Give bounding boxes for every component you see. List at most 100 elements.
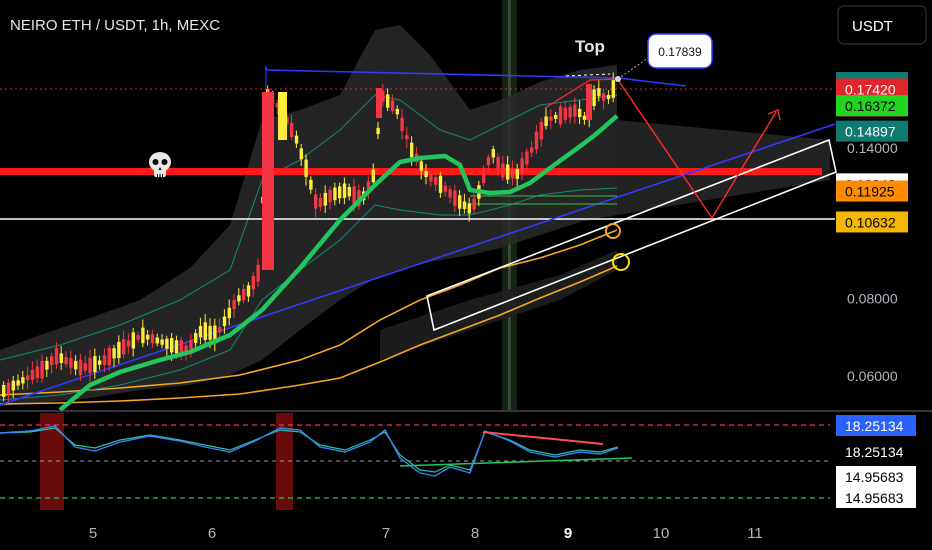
- candle-body: [304, 159, 308, 177]
- candle-body: [74, 360, 78, 370]
- price-tick-label: 0.14000: [847, 140, 898, 156]
- candle-body: [6, 382, 11, 394]
- candle-body: [496, 156, 500, 169]
- symbol-title: NEIRO ETH / USDT, 1h, MEXC: [10, 17, 220, 34]
- candle-body: [554, 114, 558, 120]
- candle-body: [525, 151, 529, 165]
- candle-body: [150, 334, 155, 344]
- candle-body: [189, 339, 193, 350]
- candle-body: [45, 360, 49, 370]
- price-badge: 0.16372: [836, 95, 908, 117]
- price-callout-value: 0.17839: [658, 45, 702, 59]
- candle-body: [318, 197, 323, 207]
- price-tick-label: 0.06000: [847, 368, 898, 384]
- candle-body: [558, 106, 563, 125]
- candle-body: [611, 80, 615, 98]
- candle-body: [506, 164, 510, 180]
- candle-body: [131, 332, 135, 349]
- candle-body: [424, 170, 428, 178]
- candle-body: [486, 157, 491, 166]
- candle-body: [126, 340, 131, 347]
- candle-body: [165, 338, 169, 349]
- price-badge-label: 0.16372: [845, 98, 896, 114]
- candle-body-large: [278, 92, 287, 140]
- candle-body: [467, 203, 471, 214]
- candle-body: [251, 276, 255, 290]
- candle-body: [434, 177, 438, 185]
- candle-body: [136, 335, 140, 340]
- indicator-badge: 18.25134: [836, 441, 916, 462]
- candle-body: [102, 355, 107, 365]
- candle-body: [482, 172, 486, 184]
- chart-background: [0, 0, 932, 550]
- indicator-badge: 14.95683: [836, 487, 916, 508]
- candle-body: [515, 169, 519, 179]
- candle-body: [54, 347, 59, 365]
- candle-body: [64, 356, 68, 365]
- candle-body: [530, 147, 534, 153]
- candle-body: [472, 198, 476, 210]
- candle-body: [582, 115, 587, 120]
- candle-body: [405, 135, 409, 140]
- candle-body: [534, 131, 539, 150]
- candle-body: [146, 334, 150, 340]
- candle-body: [328, 189, 332, 203]
- time-tick-label: 7: [382, 525, 390, 542]
- candle-body: [376, 127, 380, 135]
- candle-body: [237, 295, 241, 302]
- currency-button-label: USDT: [852, 18, 893, 35]
- candle-body: [448, 189, 452, 198]
- indicator-badge-label: 14.95683: [845, 490, 904, 506]
- indicator-badge-label: 14.95683: [845, 469, 904, 485]
- candle-body: [501, 163, 505, 178]
- candle-body: [30, 369, 35, 381]
- candle-body: [438, 175, 443, 193]
- candle-body: [520, 158, 524, 174]
- candle-body: [93, 356, 97, 373]
- candle-body: [323, 192, 327, 206]
- indicator-badge: 14.95683: [836, 466, 916, 487]
- candle-body: [386, 94, 390, 108]
- time-tick-label: 9: [564, 525, 572, 542]
- candle-body: [602, 93, 606, 101]
- candle-body: [69, 357, 73, 368]
- indicator-badge-label: 18.25134: [845, 418, 904, 434]
- candle-body: [573, 104, 577, 117]
- candle-body: [222, 316, 227, 327]
- time-tick-label: 11: [747, 525, 763, 542]
- candle-body-large: [376, 88, 382, 118]
- candle-body: [309, 179, 313, 190]
- candle-body: [21, 377, 25, 384]
- candle-body: [578, 108, 582, 118]
- indicator-axis[interactable]: 18.25134 18.25134 14.95683 14.95683: [836, 415, 916, 508]
- candle-body: [453, 190, 457, 206]
- currency-button[interactable]: USDT: [837, 5, 927, 45]
- candle-body: [78, 359, 83, 376]
- candle-body: [194, 333, 198, 343]
- candle-body: [246, 285, 251, 297]
- price-badge-label: 0.11925: [845, 184, 895, 200]
- candle-body: [347, 187, 351, 197]
- candle-body: [227, 307, 231, 319]
- candle-body: [342, 183, 347, 198]
- candle-body: [50, 356, 54, 366]
- time-tick-label: 8: [471, 525, 479, 542]
- price-badge: 0.10632: [836, 211, 908, 233]
- candle-body: [88, 358, 92, 373]
- candle-body: [299, 148, 303, 160]
- candle-body: [544, 116, 548, 126]
- price-badge-label: 0.10632: [845, 214, 896, 230]
- candle-body: [294, 135, 299, 144]
- price-chart[interactable]: Top 0.17839 NEIRO ETH / USDT, 1h, MEXC U…: [0, 0, 932, 550]
- candle-body: [83, 363, 87, 371]
- candle-body: [203, 322, 207, 340]
- candle-body: [597, 88, 601, 97]
- candle-body: [395, 108, 399, 115]
- candle-body: [98, 360, 102, 365]
- candle-body: [410, 142, 414, 158]
- candle-body: [2, 384, 6, 397]
- candle-body: [539, 122, 543, 140]
- candle-body: [117, 341, 121, 359]
- candle-body: [352, 186, 356, 204]
- candle-body: [112, 348, 116, 359]
